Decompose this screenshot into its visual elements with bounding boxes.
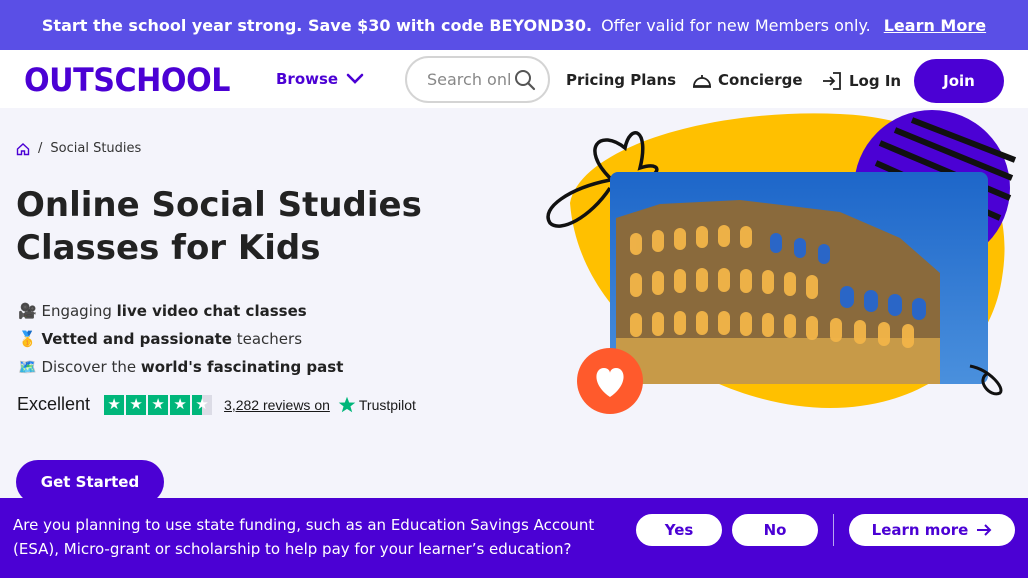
promo-learn-more-link[interactable]: Learn More: [884, 16, 986, 35]
breadcrumb-separator: /: [38, 141, 43, 156]
funding-banner: Are you planning to use state funding, s…: [0, 498, 1028, 578]
star-icon: ★: [148, 394, 169, 415]
outschool-logo[interactable]: OUTSCHOOL: [24, 61, 231, 101]
feature-item: 🥇 Vetted and passionate teachers: [18, 325, 343, 353]
home-icon[interactable]: [16, 142, 30, 156]
breadcrumb: / Social Studies: [16, 141, 141, 156]
yes-button[interactable]: Yes: [636, 514, 722, 546]
medal-icon: 🥇: [18, 330, 37, 348]
feature-bold: world's fascinating past: [140, 358, 344, 376]
learn-more-label: Learn more: [871, 521, 969, 539]
star-icon: ★: [104, 394, 125, 415]
trustpilot-stars: ★ ★ ★ ★ ★: [104, 394, 213, 415]
funding-question: Are you planning to use state funding, s…: [13, 516, 595, 558]
feature-item: 🎥 Engaging live video chat classes: [18, 297, 343, 325]
concierge-link[interactable]: Concierge: [692, 71, 803, 89]
trustpilot-rating-text: Excellent: [17, 394, 91, 414]
banner-divider: [833, 514, 834, 546]
star-icon: ★: [170, 394, 191, 415]
chevron-down-icon: [346, 73, 364, 84]
promo-headline: Start the school year strong. Save $30 w…: [41, 15, 593, 35]
feature-text: teachers: [231, 330, 303, 348]
half-star-icon: ★: [192, 394, 213, 415]
arrow-right-icon: [977, 524, 992, 536]
breadcrumb-current: Social Studies: [50, 141, 142, 156]
feature-bold: Vetted and passionate: [41, 330, 232, 348]
svg-text:OUTSCHOOL: OUTSCHOOL: [24, 65, 230, 95]
concierge-label: Concierge: [718, 71, 803, 89]
feature-list: 🎥 Engaging live video chat classes 🥇 Vet…: [18, 297, 343, 381]
feature-item: 🗺️ Discover the world's fascinating past: [18, 353, 343, 381]
hero-illustration: [546, 110, 1017, 414]
trustpilot-widget[interactable]: Excellent ★ ★ ★ ★ ★ 3,282 reviews on Tru…: [17, 394, 416, 415]
page-title: Online Social Studies Classes for Kids: [16, 185, 422, 268]
pricing-plans-label: Pricing Plans: [566, 71, 677, 89]
trustpilot-reviews-link[interactable]: 3,282 reviews on: [224, 397, 330, 413]
browse-label: Browse: [276, 70, 339, 88]
outschool-logo-mark: OUTSCHOOL: [24, 61, 231, 99]
promo-offer: Offer valid for new Members only.: [601, 15, 871, 35]
search-box[interactable]: [405, 56, 550, 103]
feature-text: Discover the: [41, 358, 141, 376]
site-header: OUTSCHOOL Browse Pricing Plans Concierge: [0, 50, 1028, 108]
search-input[interactable]: [427, 70, 511, 89]
search-icon[interactable]: [514, 69, 536, 91]
no-button[interactable]: No: [732, 514, 818, 546]
pricing-plans-link[interactable]: Pricing Plans: [566, 71, 676, 89]
login-link[interactable]: Log In: [821, 71, 901, 91]
map-icon: 🗺️: [18, 358, 37, 376]
login-icon: [823, 72, 841, 90]
feature-text: Engaging: [41, 302, 117, 320]
feature-bold: live video chat classes: [116, 302, 307, 320]
trustpilot-brand: Trustpilot: [338, 396, 416, 414]
learn-more-button[interactable]: Learn more: [849, 514, 1015, 546]
join-button[interactable]: Join: [914, 59, 1004, 103]
login-label: Log In: [849, 72, 902, 90]
trustpilot-star-icon: [338, 396, 356, 412]
browse-menu[interactable]: Browse: [276, 70, 364, 88]
promo-bar: Start the school year strong. Save $30 w…: [0, 0, 1028, 50]
star-icon: ★: [126, 394, 147, 415]
trustpilot-brand-label: Trustpilot: [358, 396, 416, 413]
concierge-bell-icon: [693, 75, 711, 88]
video-camera-icon: 🎥: [18, 302, 37, 320]
